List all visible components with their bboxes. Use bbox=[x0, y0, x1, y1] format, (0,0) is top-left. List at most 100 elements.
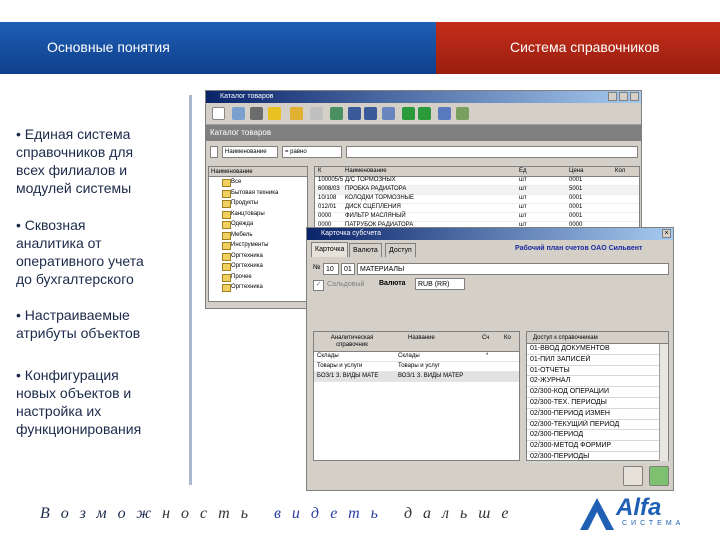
filter-value-input[interactable] bbox=[346, 146, 638, 158]
cell-reference: Склады bbox=[317, 353, 339, 359]
table-row[interactable]: Склады Склады * bbox=[314, 352, 519, 362]
grid-col-price[interactable]: Цена bbox=[569, 168, 583, 174]
filter-bar: Наименование = равно bbox=[206, 141, 641, 163]
tree-item[interactable]: Оргтехника bbox=[209, 282, 307, 293]
tree-item[interactable]: Оргтехника bbox=[209, 251, 307, 262]
minimize-button[interactable] bbox=[608, 92, 617, 101]
tab-currency[interactable]: Валюта bbox=[349, 243, 382, 257]
alfa-logo: Alfa СИСТЕМА bbox=[578, 494, 698, 534]
tree-item[interactable]: Прочее bbox=[209, 272, 307, 283]
balance-checkbox[interactable]: Сальдовый bbox=[313, 280, 364, 291]
grid-col-qty[interactable]: Кол bbox=[615, 168, 625, 174]
cell-name: Склады bbox=[398, 353, 420, 359]
analytics-col-name[interactable]: Название bbox=[408, 335, 435, 342]
list-item[interactable]: 02/300-ПЕРИОДЫ bbox=[527, 452, 668, 463]
grid-col-unit[interactable]: Ед bbox=[519, 168, 527, 174]
table-row[interactable]: БОЗ/1 З. ВИДЫ МАТЕ ВОЗ/1 З. ВИДЫ МАТЕР bbox=[314, 372, 519, 382]
maximize-button[interactable] bbox=[619, 92, 628, 101]
filter-checkbox[interactable] bbox=[210, 146, 218, 158]
cell-unit: шт bbox=[519, 204, 527, 210]
arrow-right-icon[interactable] bbox=[418, 107, 431, 120]
cell-price: 0001 bbox=[569, 177, 583, 183]
close-button[interactable] bbox=[630, 92, 639, 101]
cell-price: 0001 bbox=[569, 195, 583, 201]
footer-slogan: Возможность видеть дальше bbox=[40, 505, 519, 523]
cell-unit: шт bbox=[519, 177, 527, 183]
sub-code-field[interactable]: 01 bbox=[341, 263, 355, 275]
filter-operator-select[interactable]: = равно bbox=[282, 146, 342, 158]
slogan-part-1: Возмож bbox=[40, 505, 163, 522]
table-row[interactable]: 10/108 КОЛОДКИ ТОРМОЗНЫЕ шт 0001 bbox=[315, 195, 639, 204]
tab-access[interactable]: Доступ bbox=[385, 243, 416, 257]
access-list-header: Доступ к справочникам bbox=[527, 332, 668, 344]
cell-code: 0000 bbox=[318, 213, 332, 219]
tree-item[interactable]: Инструменты bbox=[209, 240, 307, 251]
lightning-icon[interactable] bbox=[268, 107, 281, 120]
list-item[interactable]: 02/300-ПЕРИОД ИЗМЕН bbox=[527, 409, 668, 420]
access-list: Доступ к справочникам 01-ВВОД ДОКУМЕНТОВ… bbox=[526, 331, 669, 463]
tree-item[interactable]: Продукты bbox=[209, 198, 307, 209]
header-left-title: Основные понятия bbox=[47, 39, 170, 55]
exit-door-icon[interactable] bbox=[649, 466, 669, 486]
tree-item[interactable]: Бытовая техника bbox=[209, 188, 307, 199]
table-row[interactable]: 012/01 ДИСК СЦЕПЛЕНИЯ шт 0001 bbox=[315, 204, 639, 213]
list-item[interactable]: 01-ОТЧЕТЫ bbox=[527, 366, 668, 377]
tree-item[interactable]: Все bbox=[209, 177, 307, 188]
slogan-part-4: дальше bbox=[403, 505, 520, 522]
list-icon[interactable] bbox=[382, 107, 395, 120]
table-row[interactable]: Товары и услуги Товары и услуг bbox=[314, 362, 519, 372]
sort-up-icon[interactable] bbox=[364, 107, 377, 120]
list-item[interactable]: 02/300-КОД ОПЕРАЦИИ bbox=[527, 387, 668, 398]
cell-flag: * bbox=[486, 353, 489, 359]
copy-icon[interactable] bbox=[232, 107, 245, 120]
arrow-left-icon[interactable] bbox=[402, 107, 415, 120]
filter-field-select[interactable]: Наименование bbox=[222, 146, 278, 158]
subaccount-window-title: Карточка субсчета bbox=[321, 230, 382, 237]
table-row[interactable]: 6008/03 ПРОБКА РАДИАТОРА шт 5001 bbox=[315, 186, 639, 195]
catalog-window-titlebar[interactable]: Каталог товаров bbox=[206, 91, 641, 103]
tree-item[interactable]: Одежда bbox=[209, 219, 307, 230]
grid-col-code[interactable]: К bbox=[318, 168, 322, 174]
list-item[interactable]: 02/300-ТЕХ. ПЕРИОДЫ bbox=[527, 398, 668, 409]
list-item[interactable]: 02/300-МЕТОД ФОРМИР bbox=[527, 441, 668, 452]
list-item[interactable]: 02/300-ПЕРИОД bbox=[527, 430, 668, 442]
search-icon[interactable] bbox=[290, 107, 303, 120]
filter-icon[interactable] bbox=[310, 107, 323, 120]
cell-name: Д/С ТОРМОЗНЫХ bbox=[345, 177, 396, 183]
table-row[interactable]: 100005/5 Д/С ТОРМОЗНЫХ шт 0001 bbox=[315, 177, 639, 186]
delete-icon[interactable] bbox=[250, 107, 263, 120]
grid-col-name[interactable]: Наименование bbox=[345, 168, 387, 174]
list-item[interactable]: 02-ЖУРНАЛ bbox=[527, 376, 668, 388]
list-item[interactable]: 02/300-ТЕКУЩИЙ ПЕРИОД bbox=[527, 420, 668, 431]
header-right-banner: Система справочников bbox=[436, 22, 720, 74]
close-button[interactable]: × bbox=[662, 229, 671, 238]
analytics-col-reference[interactable]: Аналитическая справочник bbox=[317, 335, 387, 349]
logo-word: Alfa bbox=[616, 494, 662, 521]
cell-name: ДИСК СЦЕПЛЕНИЯ bbox=[345, 204, 401, 210]
currency-select[interactable]: RUB (RR) bbox=[415, 278, 465, 290]
bullet-2: • Сквозная аналитика от оперативного уче… bbox=[16, 216, 144, 288]
list-item[interactable]: 01-ПИЛ ЗАПИСЕЙ bbox=[527, 355, 668, 366]
account-code-field[interactable]: 10 bbox=[323, 263, 339, 275]
tab-card[interactable]: Карточка bbox=[311, 242, 349, 257]
analytics-col-ko[interactable]: Ко bbox=[504, 335, 511, 342]
cell-unit: шт bbox=[519, 186, 527, 192]
vertical-divider bbox=[189, 95, 192, 485]
list-item[interactable]: 01-ВВОД ДОКУМЕНТОВ bbox=[527, 344, 668, 355]
sort-down-icon[interactable] bbox=[348, 107, 361, 120]
refresh-icon[interactable] bbox=[330, 107, 343, 120]
currency-label: Валюта bbox=[379, 280, 406, 287]
tree-item[interactable]: Канцтовары bbox=[209, 209, 307, 220]
analytics-col-sc[interactable]: Сч bbox=[482, 335, 489, 342]
logo-subtitle: СИСТЕМА bbox=[622, 520, 685, 527]
tree-item[interactable]: Оргтехника bbox=[209, 261, 307, 272]
table-row[interactable]: 0000 ФИЛЬТР МАСЛЯНЫЙ шт 0001 bbox=[315, 213, 639, 222]
tree-item[interactable]: Мебель bbox=[209, 230, 307, 241]
export-icon[interactable] bbox=[456, 107, 469, 120]
edit-icon[interactable] bbox=[438, 107, 451, 120]
account-name-field[interactable]: МАТЕРИАЛЫ bbox=[357, 263, 669, 275]
new-document-icon[interactable] bbox=[212, 107, 225, 120]
subaccount-window-titlebar[interactable]: Карточка субсчета × bbox=[307, 228, 673, 240]
save-icon[interactable] bbox=[623, 466, 643, 486]
access-list-scrollbar[interactable] bbox=[659, 344, 668, 461]
